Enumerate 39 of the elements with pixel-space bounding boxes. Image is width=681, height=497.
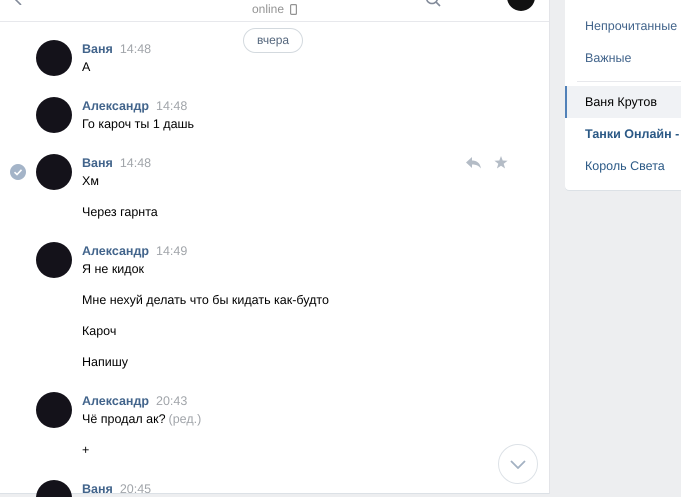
chat-item[interactable]: Ваня Крутов — [565, 86, 681, 118]
chat-item[interactable]: Танки Онлайн - — [565, 118, 681, 150]
date-pill: вчера — [243, 28, 304, 53]
selected-check-icon[interactable] — [10, 164, 26, 180]
chat-item[interactable]: Король Света — [565, 150, 681, 182]
filter-item[interactable]: Непрочитанные — [565, 10, 681, 42]
message-text: Мне нехуй делать что бы кидать как-будто — [82, 293, 329, 307]
message-text: А — [82, 60, 90, 74]
message-time: 14:48 — [156, 99, 188, 113]
filter-item[interactable]: Важные — [565, 42, 681, 74]
author-name[interactable]: Ваня — [82, 42, 113, 56]
online-status: online — [252, 2, 284, 16]
user-avatar[interactable] — [36, 154, 72, 190]
message-text: Напишу — [82, 355, 128, 369]
author-name[interactable]: Александр — [82, 99, 150, 113]
edited-label: (ред.) — [168, 412, 202, 426]
author-name[interactable]: Александр — [82, 394, 150, 408]
message-text: Хм — [82, 174, 99, 188]
author-name[interactable]: Александр — [82, 244, 150, 258]
message-text: Кароч — [82, 324, 116, 338]
phone-icon — [290, 4, 298, 14]
message-text: Го кароч ты 1 дашь — [82, 117, 194, 131]
message-time: 20:43 — [156, 394, 188, 408]
user-avatar[interactable] — [36, 97, 72, 133]
user-avatar[interactable] — [36, 40, 72, 76]
message-text: Через гарнта — [82, 205, 158, 219]
star-icon[interactable] — [494, 156, 508, 169]
user-avatar[interactable] — [36, 392, 72, 428]
message-time: 20:45 — [120, 482, 152, 496]
author-name[interactable]: Ваня — [82, 482, 113, 496]
author-name[interactable]: Ваня — [82, 156, 113, 170]
user-avatar[interactable] — [36, 242, 72, 278]
chevron-down-icon — [510, 460, 526, 468]
message-time: 14:48 — [120, 156, 152, 170]
message-time: 14:49 — [156, 244, 188, 258]
message-time: 14:48 — [120, 42, 152, 56]
message-text: Чё продал ак? — [82, 412, 166, 426]
message-text: Я не кидок — [82, 262, 144, 276]
message-text: + — [82, 443, 90, 457]
